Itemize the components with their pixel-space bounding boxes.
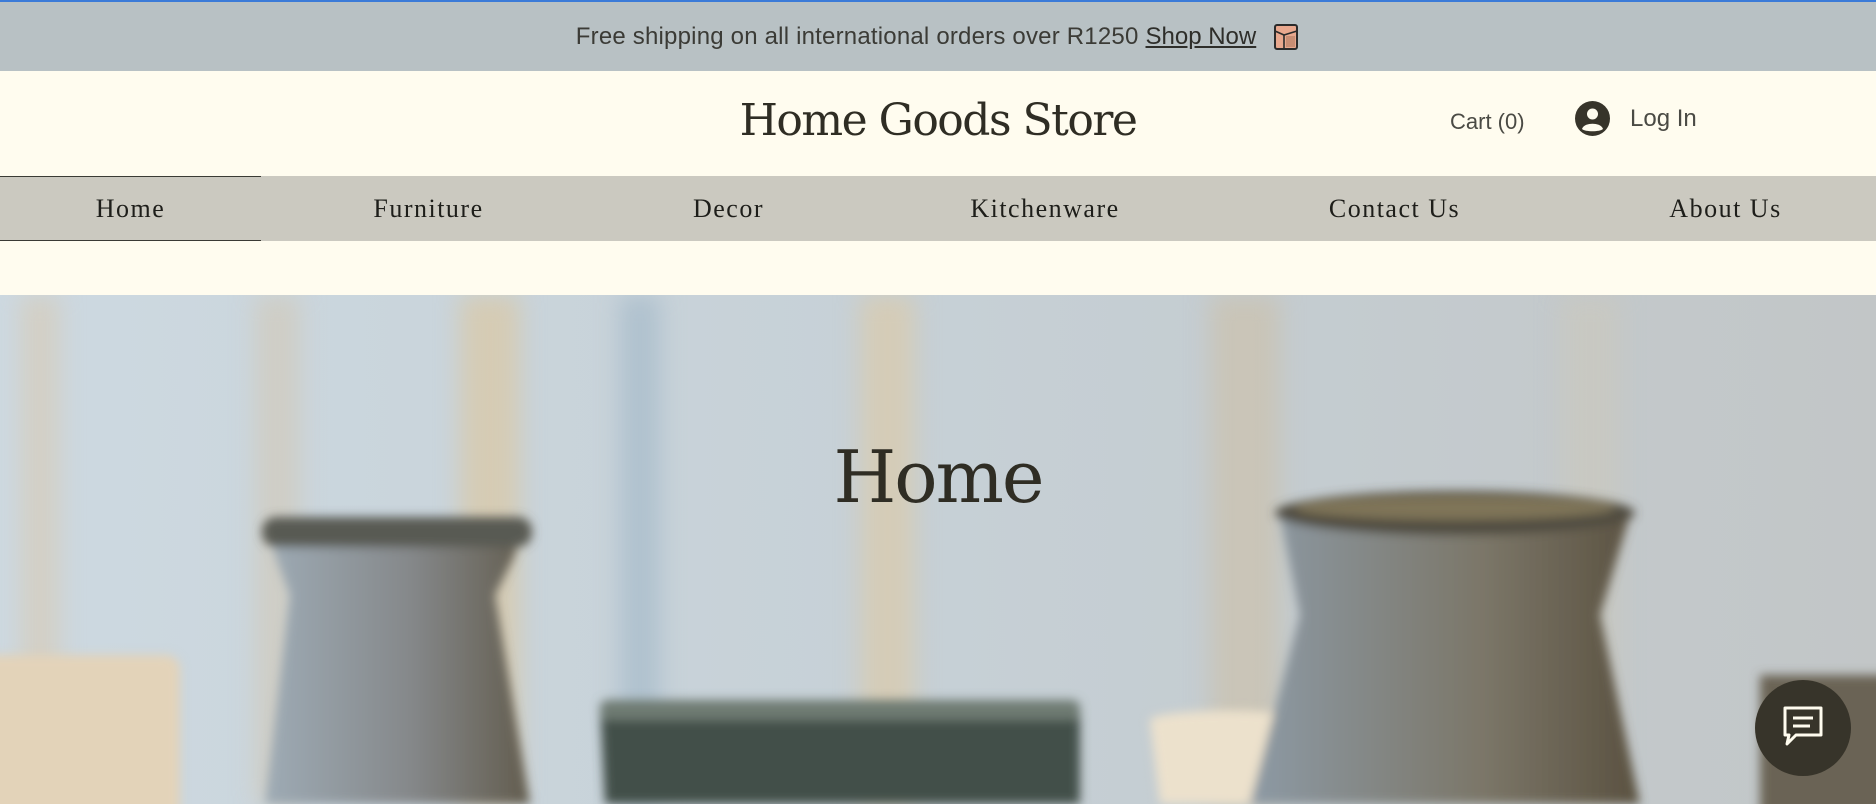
nav-item-contact-us[interactable]: Contact Us [1229, 176, 1560, 241]
nav-item-kitchenware[interactable]: Kitchenware [861, 176, 1229, 241]
login-button[interactable]: Log In [1575, 101, 1697, 136]
cart-link[interactable]: Cart (0) [1450, 109, 1525, 135]
hero-image [0, 295, 1876, 804]
nav-item-decor[interactable]: Decor [596, 176, 861, 241]
chat-button[interactable] [1755, 680, 1851, 776]
site-header: Home Goods Store Cart (0) Log In [0, 71, 1876, 176]
chat-icon [1780, 703, 1826, 754]
package-icon [1272, 23, 1300, 51]
main-nav: Home Furniture Decor Kitchenware Contact… [0, 176, 1876, 241]
user-avatar-icon [1575, 101, 1610, 136]
promo-text: Free shipping on all international order… [575, 22, 1139, 50]
nav-item-about-us[interactable]: About Us [1560, 176, 1876, 241]
hero-section: Home [0, 295, 1876, 804]
nav-item-furniture[interactable]: Furniture [261, 176, 596, 241]
login-label: Log In [1630, 104, 1697, 132]
shop-now-link[interactable]: Shop Now [1146, 23, 1257, 51]
hero-title: Home [833, 435, 1044, 519]
promo-banner: Free shipping on all international order… [0, 2, 1876, 71]
nav-item-home[interactable]: Home [0, 176, 261, 241]
